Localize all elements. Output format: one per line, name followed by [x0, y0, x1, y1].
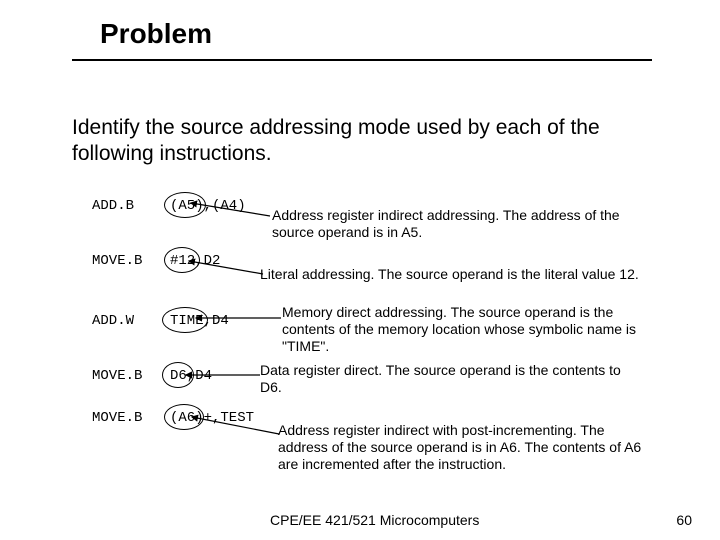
opcode: MOVE.B [92, 368, 170, 384]
operands: #12,D2 [170, 253, 220, 269]
explanation-text: Literal addressing. The source operand i… [260, 266, 640, 283]
explanation-text: Data register direct. The source operand… [260, 362, 640, 396]
explanation-text: Address register indirect addressing. Th… [272, 207, 652, 241]
slide-title: Problem [100, 18, 212, 50]
operands: (A5),(A4) [170, 198, 246, 214]
operands: D6,D4 [170, 368, 212, 384]
instruction-row: MOVE.B D6,D4 [92, 362, 212, 390]
operands: (A6)+,TEST [170, 410, 254, 426]
footer-course: CPE/EE 421/521 Microcomputers [270, 512, 479, 528]
operands: TIME,D4 [170, 313, 229, 329]
footer-page-number: 60 [676, 512, 692, 528]
title-underline [72, 59, 652, 61]
slide: Problem Identify the source addressing m… [0, 0, 720, 540]
intro-text: Identify the source addressing mode used… [72, 115, 672, 168]
opcode: MOVE.B [92, 410, 170, 426]
explanation-text: Memory direct addressing. The source ope… [282, 304, 652, 354]
opcode: MOVE.B [92, 253, 170, 269]
explanation-text: Address register indirect with post-incr… [278, 422, 658, 472]
opcode: ADD.W [92, 313, 170, 329]
opcode: ADD.B [92, 198, 170, 214]
